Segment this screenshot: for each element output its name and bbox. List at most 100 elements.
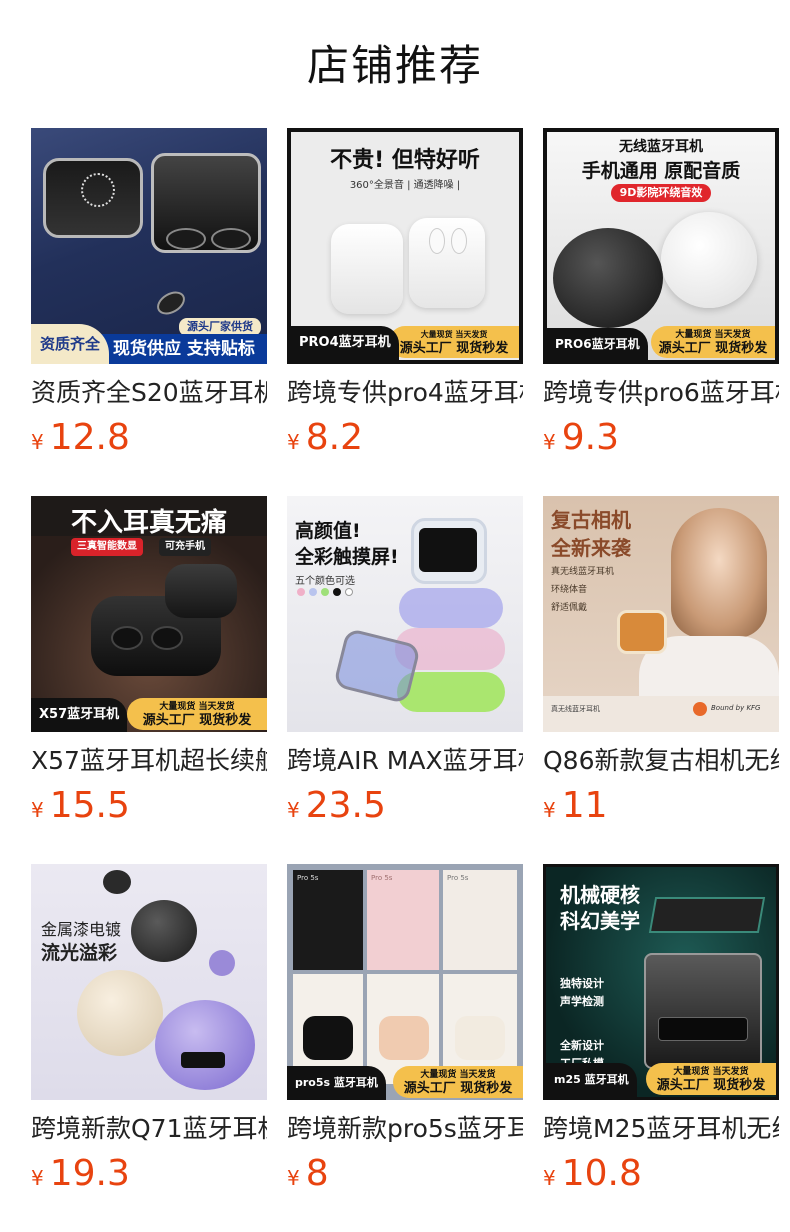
price-value: 23.5 — [305, 785, 386, 826]
box-label: Pro 5s — [371, 874, 393, 882]
image-small3: 舒适佩戴 — [551, 603, 588, 613]
currency-symbol: ¥ — [543, 798, 556, 822]
product-price: ¥8 — [287, 1154, 523, 1194]
box-label: Pro 5s — [447, 874, 469, 882]
image-small1: 真无线蓝牙耳机 — [551, 567, 615, 577]
product-price: ¥10.8 — [543, 1154, 779, 1194]
image-stock-tag: 大量现货 当天发货 源头工厂 现货秒发 — [651, 326, 775, 358]
price-value: 8 — [305, 1153, 329, 1194]
image-headline: 不贵! 但特好听 — [330, 148, 480, 173]
image-line2: 全新来袭 — [551, 536, 631, 560]
product-image[interactable]: Pro 5s Pro 5s Pro 5s pro5s 蓝牙耳机 大量现货 当天发… — [287, 864, 523, 1100]
product-card-q71[interactable]: 金属漆电镀 流光溢彩 跨境新款Q71蓝牙耳机 ¥19.3 — [31, 864, 267, 1194]
product-name[interactable]: 跨境新款Q71蓝牙耳机 — [31, 1112, 267, 1146]
price-value: 9.3 — [561, 417, 619, 458]
image-line2: 全彩触摸屏! — [295, 546, 399, 568]
product-price: ¥9.3 — [543, 418, 779, 458]
currency-symbol: ¥ — [31, 1166, 44, 1190]
image-stock-big: 源头工厂 现货秒发 — [142, 713, 252, 728]
product-price: ¥11 — [543, 786, 779, 826]
product-name[interactable]: 跨境AIR MAX蓝牙耳机 — [287, 744, 523, 778]
image-model-tag: X57蓝牙耳机 — [31, 698, 128, 732]
image-line3: 五个颜色可选 — [295, 576, 355, 587]
product-price: ¥8.2 — [287, 418, 523, 458]
image-corner-badge: 资质齐全 — [31, 324, 109, 364]
box-label: Pro 5s — [297, 874, 319, 882]
image-feat2: 声学检测 — [560, 995, 604, 1008]
image-line2: 科幻美学 — [560, 909, 640, 933]
product-name[interactable]: 跨境M25蓝牙耳机无线 — [543, 1112, 779, 1146]
product-image[interactable]: 不贵! 但特好听 360°全景音 | 通透降噪 | PRO4蓝牙耳机 大量现货 … — [287, 128, 523, 364]
product-name[interactable]: 跨境新款pro5s蓝牙耳机 — [287, 1112, 523, 1146]
image-pill: 9D影院环绕音效 — [611, 184, 711, 202]
image-model-tag: PRO4蓝牙耳机 — [291, 326, 399, 360]
currency-symbol: ¥ — [543, 1166, 556, 1190]
price-value: 10.8 — [561, 1153, 642, 1194]
image-subline: 360°全景音 | 通透降噪 | — [349, 180, 461, 191]
image-stock-small: 大量现货 当天发货 — [420, 1070, 496, 1080]
image-stock-tag: 大量现货 当天发货 源头工厂 现货秒发 — [127, 698, 267, 730]
product-image[interactable]: 无线蓝牙耳机 手机通用 原配音质 9D影院环绕音效 PRO6蓝牙耳机 大量现货 … — [543, 128, 779, 364]
price-value: 8.2 — [305, 417, 363, 458]
image-footer: 真无线蓝牙耳机 — [551, 705, 600, 713]
image-feat3: 全新设计 — [560, 1039, 604, 1052]
product-price: ¥15.5 — [31, 786, 267, 826]
image-stock-tag: 大量现货 当天发货 源头工厂 现货秒发 — [393, 1066, 523, 1098]
product-name[interactable]: 资质齐全S20蓝牙耳机 — [31, 376, 267, 410]
product-name[interactable]: Q86新款复古相机无线 — [543, 744, 779, 778]
image-stock-small: 大量现货 当天发货 — [673, 1067, 749, 1077]
image-model-tag: pro5s 蓝牙耳机 — [287, 1066, 386, 1100]
color-dots — [297, 588, 353, 596]
image-headline: 不入耳真无痛 — [70, 508, 227, 538]
image-pill-right: 可充手机 — [159, 538, 211, 556]
price-value: 19.3 — [49, 1153, 130, 1194]
product-image[interactable]: 源头厂家供货 现货供应 支持贴标 资质齐全 — [31, 128, 267, 364]
image-stock-small: 大量现货 当天发货 — [675, 330, 751, 340]
image-feat1: 独特设计 — [560, 977, 604, 990]
image-brand: Bound by KFG — [711, 704, 761, 712]
image-stock-small: 大量现货 当天发货 — [159, 702, 235, 712]
product-price: ¥23.5 — [287, 786, 523, 826]
product-name[interactable]: X57蓝牙耳机超长续航 — [31, 744, 267, 778]
product-image[interactable]: 不入耳真无痛 三真智能数显 可充手机 X57蓝牙耳机 大量现货 当天发货 源头工… — [31, 496, 267, 732]
product-card-pro6[interactable]: 无线蓝牙耳机 手机通用 原配音质 9D影院环绕音效 PRO6蓝牙耳机 大量现货 … — [543, 128, 779, 458]
image-headline: 手机通用 原配音质 — [581, 160, 741, 182]
price-value: 12.8 — [49, 417, 130, 458]
image-line1: 金属漆电镀 — [41, 920, 122, 939]
image-pill-left: 三真智能数显 — [71, 538, 143, 556]
product-image[interactable]: 高颜值! 全彩触摸屏! 五个颜色可选 — [287, 496, 523, 732]
currency-symbol: ¥ — [287, 1166, 300, 1190]
image-stock-big: 源头工厂 现货秒发 — [399, 341, 509, 356]
image-line2: 流光溢彩 — [41, 942, 118, 964]
product-image[interactable]: 金属漆电镀 流光溢彩 — [31, 864, 267, 1100]
image-stock-big: 源头工厂 现货秒发 — [656, 1078, 766, 1093]
image-stock-big: 源头工厂 现货秒发 — [403, 1081, 513, 1096]
product-card-x57[interactable]: 不入耳真无痛 三真智能数显 可充手机 X57蓝牙耳机 大量现货 当天发货 源头工… — [31, 496, 267, 826]
product-image[interactable]: 机械硬核 科幻美学 独特设计 声学检测 全新设计 工厂私模 m25 蓝牙耳机 大… — [543, 864, 779, 1100]
image-model-tag: m25 蓝牙耳机 — [546, 1063, 637, 1097]
product-card-pro5s[interactable]: Pro 5s Pro 5s Pro 5s pro5s 蓝牙耳机 大量现货 当天发… — [287, 864, 523, 1194]
product-card-m25[interactable]: 机械硬核 科幻美学 独特设计 声学检测 全新设计 工厂私模 m25 蓝牙耳机 大… — [543, 864, 779, 1194]
product-card-airmax[interactable]: 高颜值! 全彩触摸屏! 五个颜色可选 跨境AIR MAX蓝牙耳机 ¥23.5 — [287, 496, 523, 826]
image-line1: 高颜值! — [295, 520, 361, 542]
currency-symbol: ¥ — [287, 798, 300, 822]
product-image[interactable]: 复古相机 全新来袭 真无线蓝牙耳机 环绕体音 舒适佩戴 真无线蓝牙耳机 Boun… — [543, 496, 779, 732]
currency-symbol: ¥ — [31, 430, 44, 454]
product-price: ¥12.8 — [31, 418, 267, 458]
price-value: 11 — [561, 785, 608, 826]
image-small2: 环绕体音 — [551, 585, 588, 595]
currency-symbol: ¥ — [543, 430, 556, 454]
product-card-s20[interactable]: 源头厂家供货 现货供应 支持贴标 资质齐全 资质齐全S20蓝牙耳机 ¥12.8 — [31, 128, 267, 458]
product-name[interactable]: 跨境专供pro4蓝牙耳机 — [287, 376, 523, 410]
product-price: ¥19.3 — [31, 1154, 267, 1194]
currency-symbol: ¥ — [31, 798, 44, 822]
image-stock-tag: 大量现货 当天发货 源头工厂 现货秒发 — [389, 326, 519, 358]
image-top-line: 无线蓝牙耳机 — [619, 139, 703, 155]
image-stock-tag: 大量现货 当天发货 源头工厂 现货秒发 — [646, 1063, 776, 1095]
image-line1: 机械硬核 — [560, 883, 640, 907]
product-card-q86[interactable]: 复古相机 全新来袭 真无线蓝牙耳机 环绕体音 舒适佩戴 真无线蓝牙耳机 Boun… — [543, 496, 779, 826]
price-value: 15.5 — [49, 785, 130, 826]
product-card-pro4[interactable]: 不贵! 但特好听 360°全景音 | 通透降噪 | PRO4蓝牙耳机 大量现货 … — [287, 128, 523, 458]
image-stock-big: 源头工厂 现货秒发 — [658, 341, 768, 356]
product-name[interactable]: 跨境专供pro6蓝牙耳机 — [543, 376, 779, 410]
